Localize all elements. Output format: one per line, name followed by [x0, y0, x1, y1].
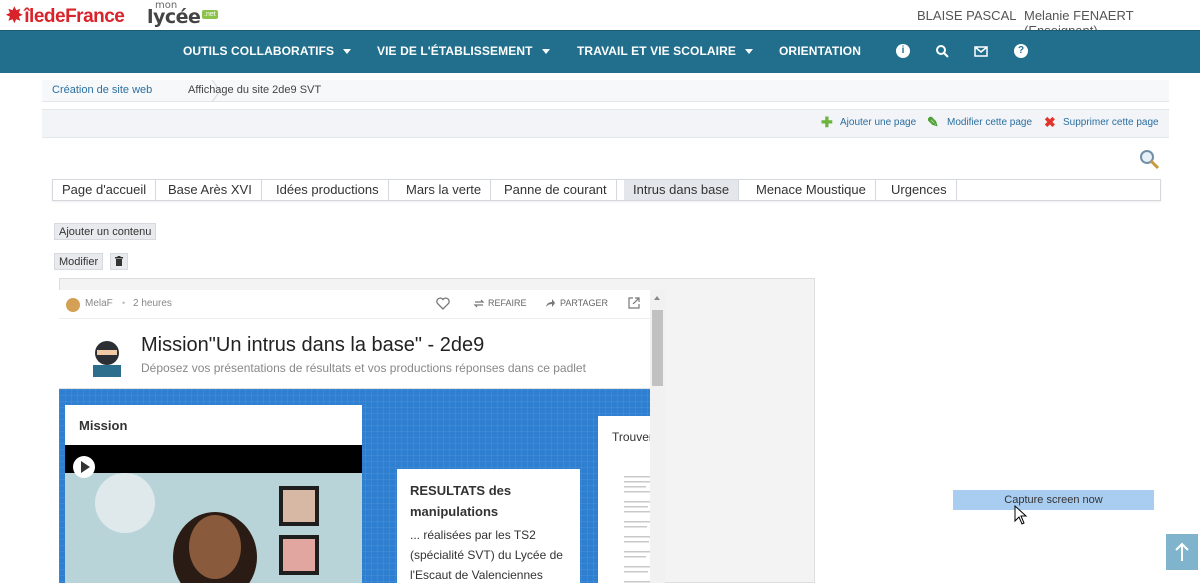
nav-label: TRAVAIL ET VIE SCOLAIRE — [577, 44, 736, 58]
padlet-title: Mission"Un intrus dans la base" - 2de9 — [141, 334, 485, 356]
heart-icon[interactable] — [436, 297, 450, 310]
caret-down-icon — [541, 49, 550, 55]
padlet-scrollbar[interactable] — [650, 290, 665, 583]
breadcrumb-creation-site[interactable]: Création de site web — [52, 84, 152, 96]
modify-button[interactable]: Modifier — [54, 253, 104, 270]
padlet-author[interactable]: MelaF — [85, 298, 113, 309]
mail-icon[interactable] — [974, 44, 988, 58]
play-icon[interactable] — [72, 455, 96, 479]
delete-page-link[interactable]: Supprimer cette page — [1063, 117, 1159, 128]
ninja-avatar-icon — [93, 341, 121, 377]
share-button[interactable]: PARTAGER — [560, 298, 608, 308]
monlycee-logo[interactable]: mon lycée .net — [147, 0, 219, 28]
page-action-bar: ✚ Ajouter une page ✎ Modifier cette page… — [42, 109, 1169, 138]
padlet-meta-bar: MelaF • 2 heures REFAIRE PARTAGER — [59, 290, 665, 318]
nav-travail-vie-scolaire[interactable]: TRAVAIL ET VIE SCOLAIRE — [577, 44, 753, 58]
card-title: Mission — [79, 418, 128, 433]
padlet-time: 2 heures — [133, 298, 172, 309]
tab-menace-moustique[interactable]: Menace Moustique — [747, 180, 876, 200]
site-tabs: Page d'accueil Base Arès XVI Idées produ… — [52, 179, 1161, 201]
delete-icon[interactable]: ✖ — [1044, 115, 1058, 129]
breadcrumb-current: Affichage du site 2de9 SVT — [188, 84, 322, 96]
nav-vie-etablissement[interactable]: VIE DE L'ÉTABLISSEMENT — [377, 44, 550, 58]
mouse-cursor-icon — [1014, 505, 1028, 525]
card-trouver[interactable]: Trouver — [598, 416, 658, 583]
help-icon[interactable]: ? — [1014, 44, 1028, 58]
scrollbar-thumb[interactable] — [652, 310, 663, 386]
card-mission[interactable]: Mission — [65, 405, 362, 583]
search-icon[interactable] — [935, 44, 949, 58]
padlet-embed[interactable]: MelaF • 2 heures REFAIRE PARTAGER Missio… — [59, 290, 665, 583]
nav-label: ORIENTATION — [779, 44, 861, 58]
tab-urgences[interactable]: Urgences — [882, 180, 957, 200]
padlet-subtitle: Déposez vos présentations de résultats e… — [141, 361, 586, 375]
tab-page-accueil[interactable]: Page d'accueil — [53, 180, 157, 200]
open-external-icon[interactable] — [628, 297, 640, 309]
top-header: ✸ îledeFrance mon lycée .net BLAISE PASCA… — [0, 0, 1200, 38]
padlet-header: Mission"Un intrus dans la base" - 2de9 D… — [59, 318, 650, 389]
share-icon — [546, 299, 555, 307]
meta-dot: • — [122, 298, 126, 308]
remake-icon — [473, 299, 485, 308]
logo-net-badge: .net — [202, 10, 218, 19]
tab-base-ares-xvi[interactable]: Base Arès XVI — [159, 180, 262, 200]
tab-panne-de-courant[interactable]: Panne de courant — [495, 180, 617, 200]
nav-label: OUTILS COLLABORATIFS — [183, 44, 335, 58]
info-icon[interactable]: i — [896, 44, 910, 58]
card-body: ... réalisées par les TS2 (spécialité SV… — [410, 528, 563, 582]
card-title: Trouver — [612, 430, 653, 444]
avatar[interactable] — [66, 298, 80, 312]
nav-outils-collaboratifs[interactable]: OUTILS COLLABORATIFS — [183, 44, 352, 58]
trash-button[interactable] — [110, 253, 128, 270]
scroll-up-icon[interactable] — [654, 296, 660, 300]
back-to-top-button[interactable] — [1166, 534, 1198, 570]
card-results[interactable]: RESULTATS des manipulations ... réalisée… — [397, 469, 580, 583]
caret-down-icon — [744, 49, 753, 55]
tab-idees-productions[interactable]: Idées productions — [267, 180, 389, 200]
magnifier-icon[interactable] — [1138, 148, 1160, 170]
school-name[interactable]: BLAISE PASCAL — [917, 8, 1016, 23]
iledefrance-logo[interactable]: ✸ îledeFrance — [6, 3, 125, 28]
logo-text: îledeFrance — [24, 6, 125, 27]
add-page-link[interactable]: Ajouter une page — [840, 117, 916, 128]
star-icon: ✸ — [6, 5, 23, 27]
edit-page-link[interactable]: Modifier cette page — [947, 117, 1032, 128]
video-thumbnail[interactable] — [65, 445, 362, 583]
caret-down-icon — [343, 49, 352, 55]
breadcrumb: Création de site web Affichage du site 2… — [42, 80, 1169, 102]
video-illustration — [65, 445, 362, 583]
nav-label: VIE DE L'ÉTABLISSEMENT — [377, 44, 533, 58]
add-content-button[interactable]: Ajouter un contenu — [54, 223, 157, 240]
tab-mars-la-verte[interactable]: Mars la verte — [397, 180, 492, 200]
tab-intrus-dans-base[interactable]: Intrus dans base — [624, 180, 740, 200]
padlet-board: Mission RESULTATS des manipulations ... … — [59, 389, 658, 583]
card-title: RESULTATS des manipulations — [410, 483, 512, 519]
nav-orientation[interactable]: ORIENTATION — [779, 44, 861, 58]
arrow-up-icon — [1175, 542, 1189, 561]
trash-icon — [115, 256, 123, 266]
add-icon[interactable]: ✚ — [821, 115, 835, 129]
remake-button[interactable]: REFAIRE — [488, 298, 527, 308]
capture-screen-button[interactable]: Capture screen now — [953, 490, 1154, 510]
pencil-icon[interactable]: ✎ — [927, 115, 941, 129]
main-nav: OUTILS COLLABORATIFS VIE DE L'ÉTABLISSEM… — [0, 30, 1200, 73]
logo-lycee-text: lycée — [147, 6, 201, 28]
